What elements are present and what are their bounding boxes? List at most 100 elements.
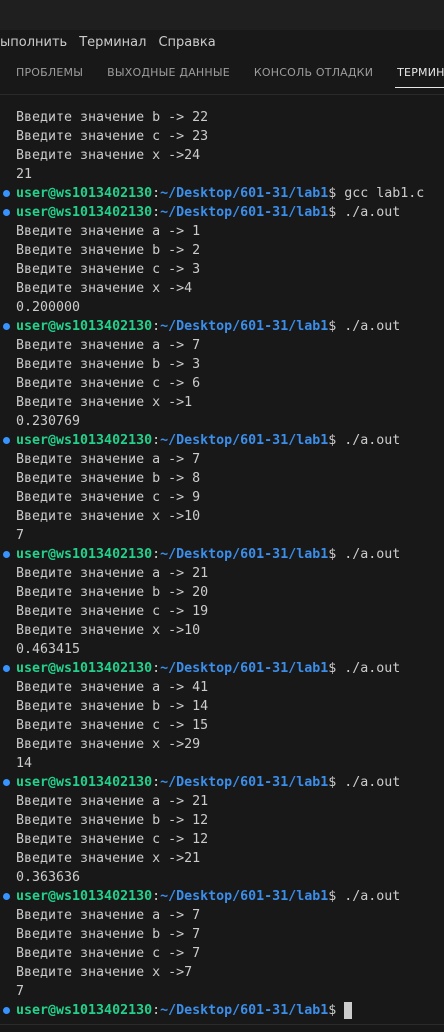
- prompt-path: ~/Desktop/601-31/lab1: [160, 433, 329, 448]
- tab-debug-console[interactable]: КОНСОЛЬ ОТЛАДКИ: [242, 54, 385, 94]
- output-line: Введите значение b -> 8: [16, 471, 201, 486]
- output-line: Введите значение x ->29: [16, 737, 201, 752]
- terminal-output[interactable]: Введите значение b -> 22 Введите значение…: [0, 108, 444, 1031]
- prompt-user: user@ws1013402130: [16, 661, 153, 676]
- command-marker-icon[interactable]: [3, 209, 10, 216]
- menu-run[interactable]: ыполнить: [0, 35, 73, 50]
- output-line: Введите значение a -> 7: [16, 338, 201, 353]
- output-line: Введите значение c -> 15: [16, 718, 209, 733]
- output-line: Введите значение c -> 12: [16, 832, 209, 847]
- prompt-user: user@ws1013402130: [16, 433, 153, 448]
- prompt-colon: :: [152, 205, 161, 220]
- prompt-line: user@ws1013402130:~/Desktop/601-31/lab1$…: [0, 203, 444, 222]
- prompt-colon: :: [152, 433, 161, 448]
- output-line: 7: [16, 528, 25, 543]
- output-line: Введите значение a -> 21: [16, 566, 209, 581]
- command-text: [336, 1003, 344, 1018]
- command-marker-icon[interactable]: [3, 779, 10, 786]
- prompt-colon: :: [152, 1003, 161, 1018]
- command-text: ./a.out: [336, 775, 401, 790]
- prompt-user: user@ws1013402130: [16, 775, 153, 790]
- tab-terminal[interactable]: ТЕРМИНАЛ: [385, 54, 444, 94]
- title-bar: [0, 0, 444, 31]
- prompt-line: user@ws1013402130:~/Desktop/601-31/lab1$…: [0, 545, 444, 564]
- prompt-colon: :: [152, 661, 161, 676]
- output-line: 0.230769: [16, 414, 81, 429]
- output-line: 21: [16, 167, 33, 182]
- output-line: Введите значение b -> 2: [16, 243, 201, 258]
- output-line: Введите значение a -> 7: [16, 908, 201, 923]
- output-line: Введите значение c -> 19: [16, 604, 209, 619]
- prompt-path: ~/Desktop/601-31/lab1: [160, 1003, 329, 1018]
- command-marker-icon[interactable]: [3, 665, 10, 672]
- output-line: Введите значение c -> 9: [16, 490, 201, 505]
- command-marker-icon[interactable]: [3, 1007, 10, 1014]
- prompt-path: ~/Desktop/601-31/lab1: [160, 775, 329, 790]
- output-line: Введите значение a -> 41: [16, 680, 209, 695]
- command-text: ./a.out: [336, 433, 401, 448]
- prompt-colon: :: [152, 547, 161, 562]
- terminal-cursor[interactable]: [344, 1002, 353, 1019]
- prompt-colon: :: [152, 319, 161, 334]
- output-line: Введите значение b -> 22: [16, 110, 209, 125]
- prompt-colon: :: [152, 889, 161, 904]
- prompt-user: user@ws1013402130: [16, 1003, 153, 1018]
- output-line: Введите значение c -> 3: [16, 262, 201, 277]
- output-line: 14: [16, 756, 33, 771]
- output-line: Введите значение x ->4: [16, 281, 193, 296]
- output-line: Введите значение x ->10: [16, 509, 201, 524]
- command-marker-icon[interactable]: [3, 893, 10, 900]
- prompt-line: user@ws1013402130:~/Desktop/601-31/lab1$…: [0, 887, 444, 906]
- command-text: ./a.out: [336, 205, 401, 220]
- prompt-line: user@ws1013402130:~/Desktop/601-31/lab1$: [0, 1001, 444, 1020]
- output-line: 0.200000: [16, 300, 81, 315]
- command-text: gcc lab1.c: [336, 186, 425, 201]
- prompt-path: ~/Desktop/601-31/lab1: [160, 205, 329, 220]
- prompt-user: user@ws1013402130: [16, 319, 153, 334]
- command-marker-icon[interactable]: [3, 190, 10, 197]
- prompt-user: user@ws1013402130: [16, 205, 153, 220]
- menu-terminal[interactable]: Терминал: [73, 35, 152, 50]
- prompt-path: ~/Desktop/601-31/lab1: [160, 547, 329, 562]
- prompt-line: user@ws1013402130:~/Desktop/601-31/lab1$…: [0, 431, 444, 450]
- prompt-colon: :: [152, 186, 161, 201]
- output-line: Введите значение c -> 23: [16, 129, 209, 144]
- output-line: Введите значение b -> 7: [16, 927, 201, 942]
- command-text: ./a.out: [336, 889, 401, 904]
- prompt-path: ~/Desktop/601-31/lab1: [160, 319, 329, 334]
- menu-help[interactable]: Справка: [152, 35, 221, 50]
- output-line: 7: [16, 984, 25, 999]
- tab-problems[interactable]: ПРОБЛЕМЫ: [4, 54, 95, 94]
- prompt-line: user@ws1013402130:~/Desktop/601-31/lab1$…: [0, 317, 444, 336]
- output-line: Введите значение x ->21: [16, 851, 201, 866]
- prompt-user: user@ws1013402130: [16, 186, 153, 201]
- prompt-user: user@ws1013402130: [16, 547, 153, 562]
- output-line: Введите значение a -> 21: [16, 794, 209, 809]
- output-line: Введите значение b -> 12: [16, 813, 209, 828]
- command-text: ./a.out: [336, 547, 401, 562]
- command-marker-icon[interactable]: [3, 323, 10, 330]
- prompt-line: user@ws1013402130:~/Desktop/601-31/lab1$…: [0, 184, 444, 203]
- prompt-line: user@ws1013402130:~/Desktop/601-31/lab1$…: [0, 659, 444, 678]
- output-line: Введите значение c -> 7: [16, 946, 201, 961]
- menu-bar: ыполнить Терминал Справка: [0, 30, 444, 54]
- output-line: Введите значение x ->10: [16, 623, 201, 638]
- prompt-path: ~/Desktop/601-31/lab1: [160, 661, 329, 676]
- prompt-path: ~/Desktop/601-31/lab1: [160, 186, 329, 201]
- output-line: Введите значение x ->24: [16, 148, 201, 163]
- tab-output[interactable]: ВЫХОДНЫЕ ДАННЫЕ: [95, 54, 242, 94]
- prompt-line: user@ws1013402130:~/Desktop/601-31/lab1$…: [0, 773, 444, 792]
- output-line: 0.363636: [16, 870, 81, 885]
- output-line: Введите значение x ->1: [16, 395, 193, 410]
- output-line: Введите значение b -> 14: [16, 699, 209, 714]
- command-text: ./a.out: [336, 319, 401, 334]
- command-text: ./a.out: [336, 661, 401, 676]
- output-line: Введите значение c -> 6: [16, 376, 201, 391]
- panel-tabs: ПРОБЛЕМЫ ВЫХОДНЫЕ ДАННЫЕ КОНСОЛЬ ОТЛАДКИ…: [0, 54, 444, 95]
- output-line: 0.463415: [16, 642, 81, 657]
- command-marker-icon[interactable]: [3, 437, 10, 444]
- output-line: Введите значение x ->7: [16, 965, 193, 980]
- output-line: Введите значение b -> 3: [16, 357, 201, 372]
- command-marker-icon[interactable]: [3, 551, 10, 558]
- output-line: Введите значение b -> 20: [16, 585, 209, 600]
